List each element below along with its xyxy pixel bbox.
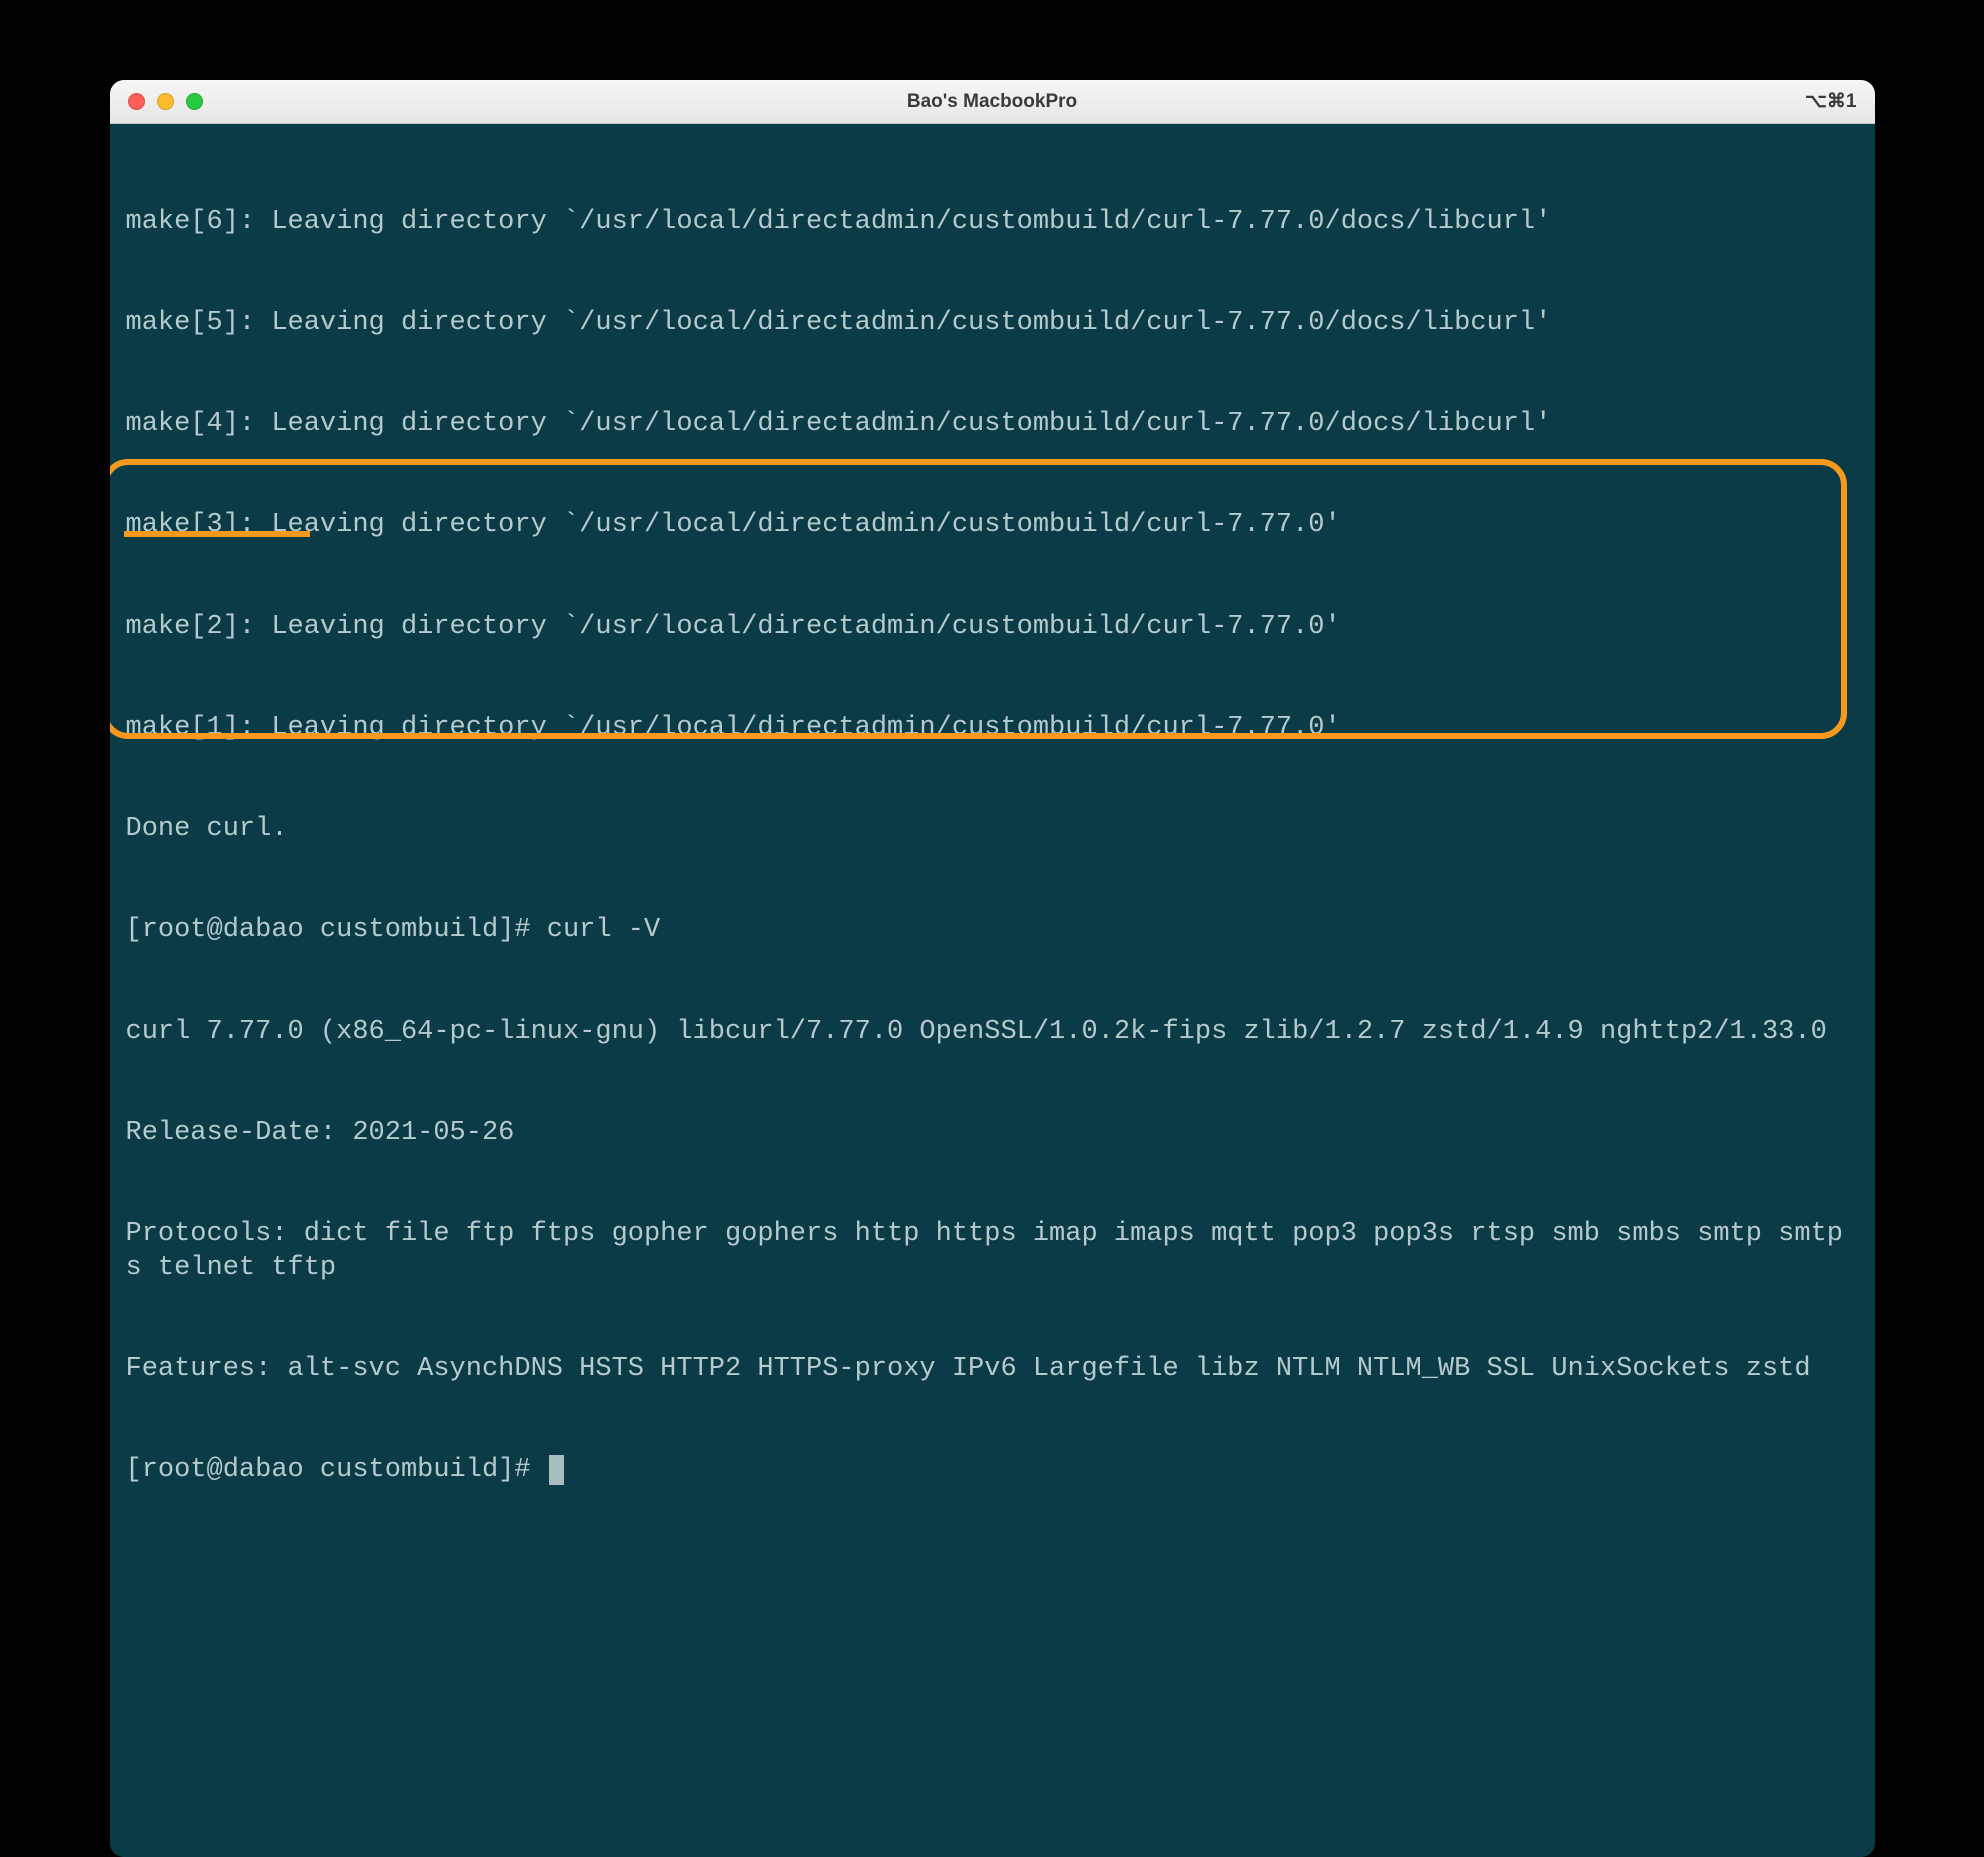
terminal-line: make[6]: Leaving directory `/usr/local/d…: [126, 206, 1859, 240]
terminal-window: Bao's MacbookPro ⌥⌘1 make[6]: Leaving di…: [110, 80, 1875, 1857]
annotation-box: [110, 459, 1847, 739]
cursor-icon: [549, 1455, 564, 1485]
window-titlebar[interactable]: Bao's MacbookPro ⌥⌘1: [110, 80, 1875, 124]
close-icon[interactable]: [128, 93, 145, 110]
terminal-line: Features: alt-svc AsynchDNS HSTS HTTP2 H…: [126, 1353, 1859, 1387]
terminal-line: make[3]: Leaving directory `/usr/local/d…: [126, 509, 1859, 543]
terminal-line: make[4]: Leaving directory `/usr/local/d…: [126, 408, 1859, 442]
terminal-body[interactable]: make[6]: Leaving directory `/usr/local/d…: [110, 124, 1875, 1857]
prompt-text: [root@dabao custombuild]#: [126, 1455, 547, 1485]
window-title: Bao's MacbookPro: [110, 91, 1875, 113]
window-shortcut: ⌥⌘1: [1805, 90, 1856, 113]
traffic-lights: [128, 93, 203, 110]
terminal-line: make[1]: Leaving directory `/usr/local/d…: [126, 712, 1859, 746]
terminal-line: make[5]: Leaving directory `/usr/local/d…: [126, 307, 1859, 341]
terminal-line: Done curl.: [126, 813, 1859, 847]
terminal-line: Protocols: dict file ftp ftps gopher gop…: [126, 1218, 1859, 1286]
minimize-icon[interactable]: [157, 93, 174, 110]
terminal-line: curl 7.77.0 (x86_64-pc-linux-gnu) libcur…: [126, 1016, 1859, 1050]
terminal-line: Release-Date: 2021-05-26: [126, 1117, 1859, 1151]
terminal-prompt-line: [root@dabao custombuild]# curl -V: [126, 914, 1859, 948]
terminal-line: make[2]: Leaving directory `/usr/local/d…: [126, 611, 1859, 645]
fullscreen-icon[interactable]: [186, 93, 203, 110]
terminal-prompt: [root@dabao custombuild]#: [126, 1454, 1859, 1488]
